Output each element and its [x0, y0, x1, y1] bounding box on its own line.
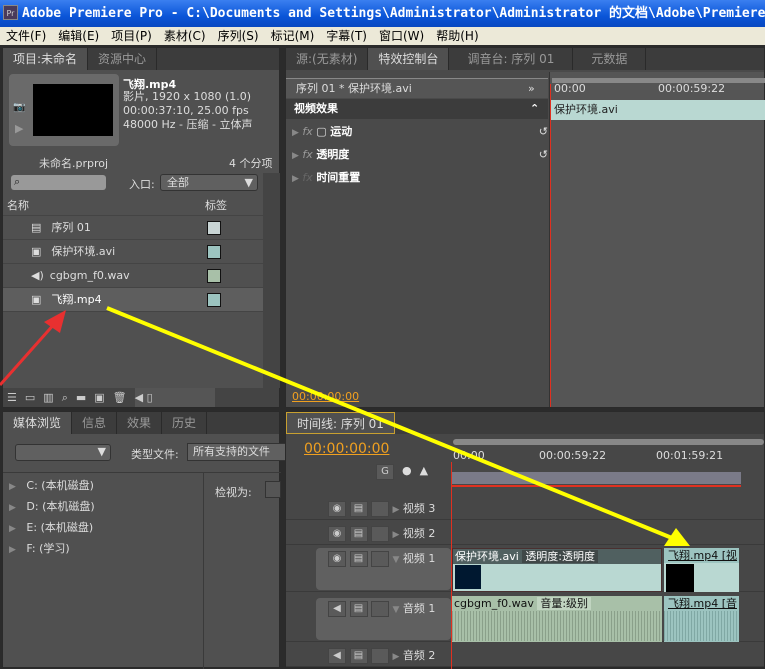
yellow-arrow — [106, 306, 690, 546]
annotation-arrows — [0, 306, 690, 546]
red-arrow — [0, 310, 66, 386]
